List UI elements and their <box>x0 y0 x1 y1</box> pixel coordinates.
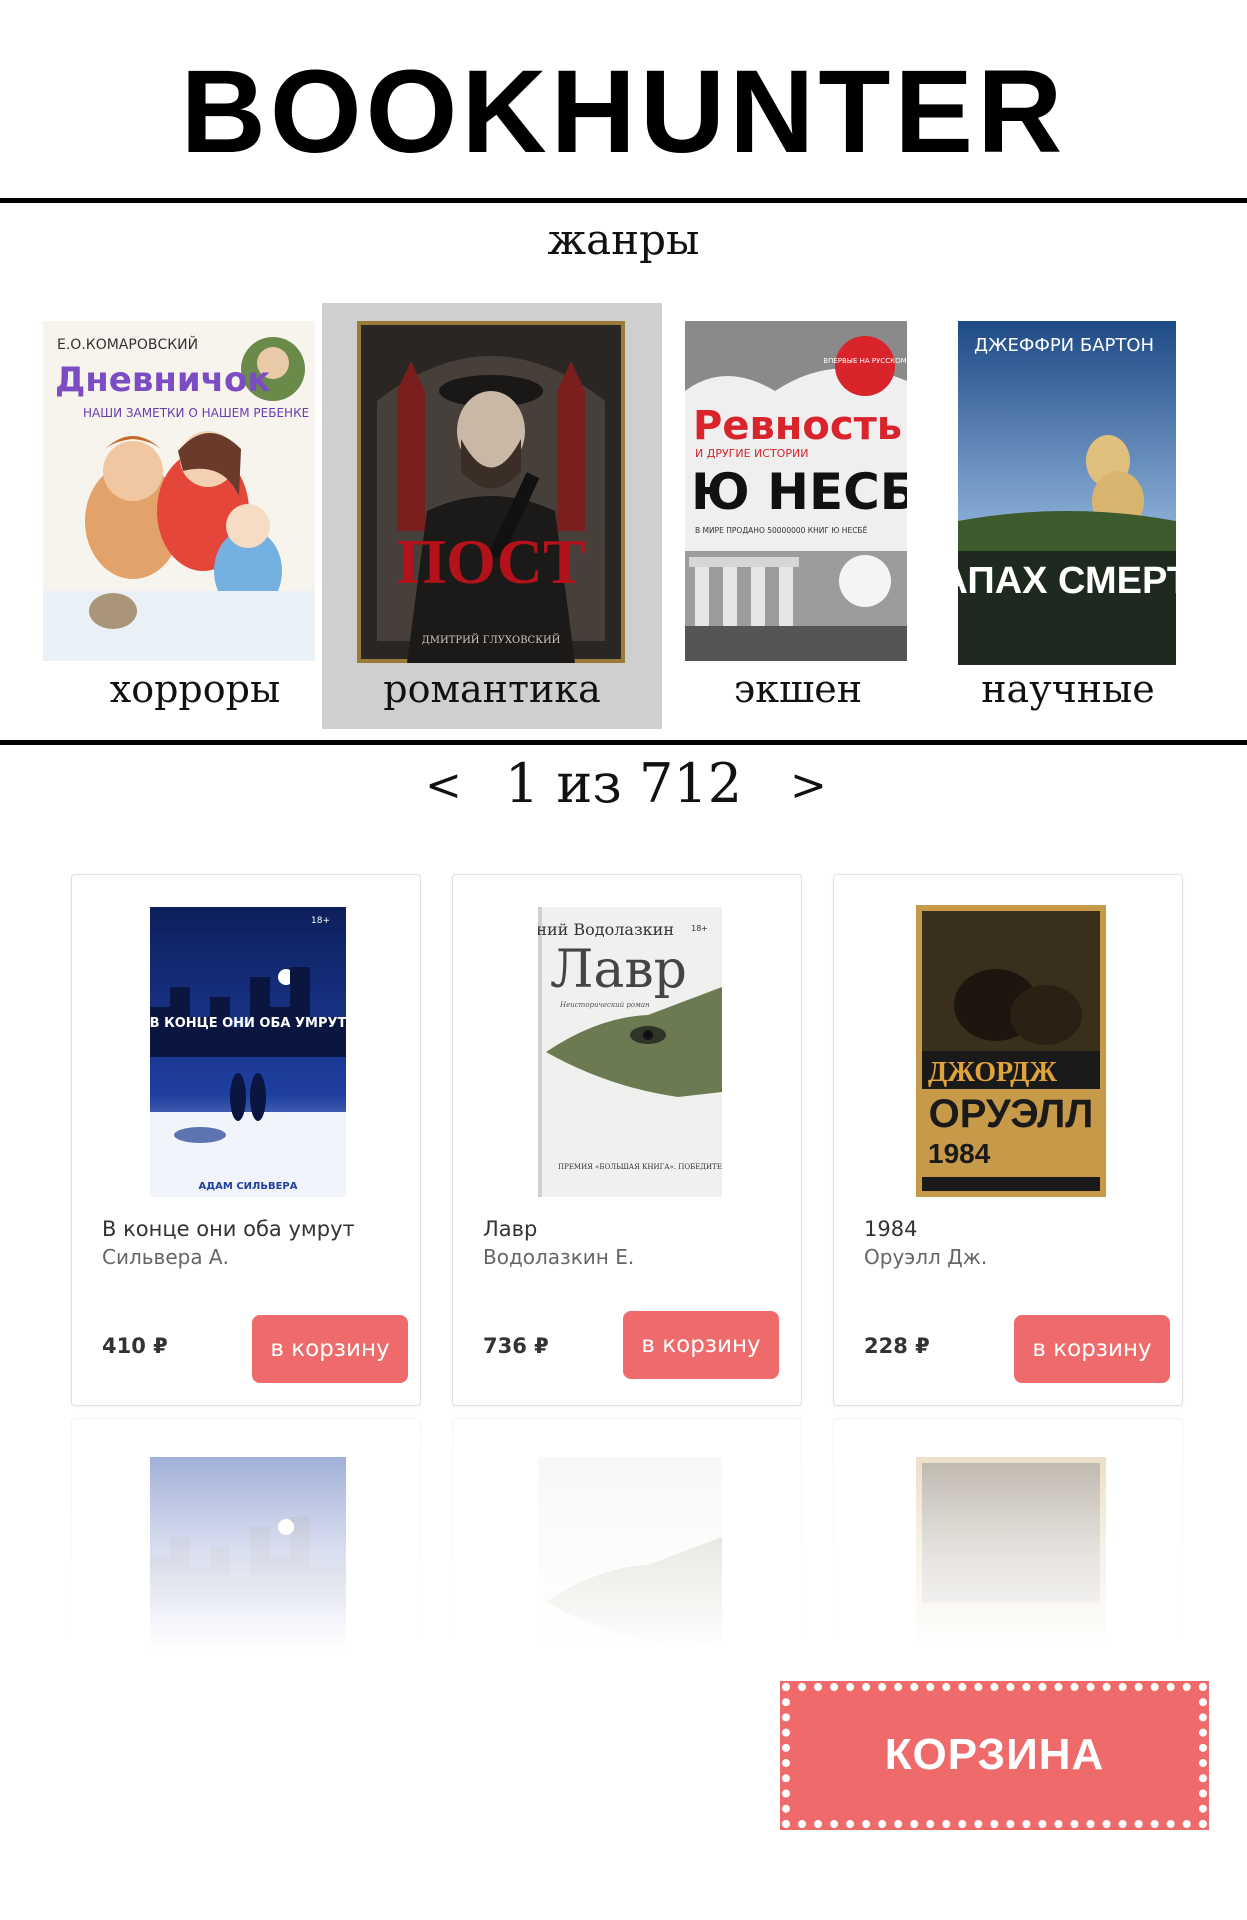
genre-label[interactable]: научные <box>898 667 1238 711</box>
cover-title: 1984 <box>928 1138 991 1169</box>
cover-title: ПОСТ <box>396 526 585 597</box>
cover-subtitle: НАШИ ЗАМЕТКИ О НАШЕМ РЕБЕНКЕ <box>83 406 309 420</box>
product-title[interactable]: Лавр <box>483 1217 537 1241</box>
cover-author: Ю НЕСБЁ <box>691 463 907 521</box>
cover-author: ДМИТРИЙ ГЛУХОВСКИЙ <box>422 634 561 646</box>
product-title[interactable]: В конце они оба умрут <box>102 1217 355 1241</box>
cover-title: Лавр <box>550 940 687 1000</box>
product-card: Евгений Водолазкин 18+ Лавр Неисторическ… <box>452 874 802 1406</box>
add-to-cart-button[interactable]: в корзину <box>623 1311 779 1379</box>
genre-action-cover[interactable]: ВПЕРВЫЕ НА РУССКОМ Ревность И ДРУГИЕ ИСТ… <box>685 321 907 661</box>
product-author: Водолазкин Е. <box>483 1245 635 1269</box>
genre-label[interactable]: хорроры <box>25 667 365 711</box>
cover-note: В МИРЕ ПРОДАНО 50000000 КНИГ Ю НЕСБЁ <box>695 526 868 535</box>
cart-button[interactable]: КОРЗИНА <box>780 1681 1209 1830</box>
cover-title: ЗАПАХ СМЕРТИ <box>958 560 1176 602</box>
cover-subtitle: И ДРУГИЕ ИСТОРИИ <box>695 447 808 460</box>
faded-next-row <box>0 1410 1247 1710</box>
genre-label[interactable]: романтика <box>322 667 662 711</box>
genre-science-cover[interactable]: ДЖЕФФРИ БАРТОН ЗАПАХ СМЕРТИ <box>958 321 1176 665</box>
genre-romance-cover[interactable]: ПОСТ ДМИТРИЙ ГЛУХОВСКИЙ <box>357 321 625 663</box>
product-cover[interactable]: Евгений Водолазкин 18+ Лавр Неисторическ… <box>538 907 722 1197</box>
cover-author-first: ДЖОРДЖ <box>928 1057 1057 1088</box>
product-price: 228 ₽ <box>864 1334 930 1358</box>
genre-horror[interactable]: Е.О.КОМАРОВСКИЙ Дневничок НАШИ ЗАМЕТКИ О… <box>25 303 365 729</box>
add-to-cart-button[interactable]: в корзину <box>1014 1315 1170 1383</box>
fade-overlay <box>0 1410 1247 1710</box>
pagination: < 1 из 712 > <box>0 752 1247 822</box>
product-author: Оруэлл Дж. <box>864 1245 988 1269</box>
genre-science[interactable]: ДЖЕФФРИ БАРТОН ЗАПАХ СМЕРТИ научные <box>898 303 1238 729</box>
cover-prize: ПРЕМИЯ «БОЛЬШАЯ КНИГА». ПОБЕДИТЕЛЬ <box>558 1163 722 1171</box>
genre-romance[interactable]: ПОСТ ДМИТРИЙ ГЛУХОВСКИЙ романтика <box>322 303 662 729</box>
product-price: 736 ₽ <box>483 1334 549 1358</box>
header-divider <box>0 198 1247 203</box>
product-author: Сильвера А. <box>102 1245 229 1269</box>
cover-age: 18+ <box>311 916 330 926</box>
product-title[interactable]: 1984 <box>864 1217 917 1241</box>
product-card: 18+ В КОНЦЕ ОНИ ОБА УМРУТ АДАМ СИЛЬВЕРА … <box>71 874 421 1406</box>
page-indicator: 1 из 712 <box>504 752 743 815</box>
genres-title: жанры <box>547 215 700 264</box>
cover-age: 18+ <box>691 924 708 933</box>
cover-author: ДЖЕФФРИ БАРТОН <box>974 335 1154 356</box>
cover-author: Евгений Водолазкин <box>538 920 674 939</box>
genres-divider <box>0 740 1247 745</box>
cover-author: Е.О.КОМАРОВСКИЙ <box>57 335 198 353</box>
genre-horror-cover[interactable]: Е.О.КОМАРОВСКИЙ Дневничок НАШИ ЗАМЕТКИ О… <box>43 321 315 661</box>
product-card: ДЖОРДЖ ОРУЭЛЛ 1984 1984 Оруэлл Дж. 228 ₽… <box>833 874 1183 1406</box>
cover-author-last: ОРУЭЛЛ <box>929 1092 1094 1136</box>
product-cover[interactable]: 18+ В КОНЦЕ ОНИ ОБА УМРУТ АДАМ СИЛЬВЕРА <box>150 907 346 1197</box>
cover-badge: ВПЕРВЫЕ НА РУССКОМ <box>823 357 906 365</box>
cover-subtitle: Неисторический роман <box>559 1001 650 1009</box>
add-to-cart-button[interactable]: в корзину <box>252 1315 408 1383</box>
next-page-button[interactable]: > <box>790 760 827 811</box>
product-cover[interactable]: ДЖОРДЖ ОРУЭЛЛ 1984 <box>916 905 1106 1197</box>
cover-title: В КОНЦЕ ОНИ ОБА УМРУТ <box>150 1016 346 1031</box>
product-price: 410 ₽ <box>102 1334 168 1358</box>
cover-title: Дневничок <box>55 360 270 400</box>
cover-title: Ревность <box>693 403 902 449</box>
site-logo[interactable]: BOOKHUNTER <box>0 52 1247 172</box>
cover-author: АДАМ СИЛЬВЕРА <box>199 1181 298 1192</box>
